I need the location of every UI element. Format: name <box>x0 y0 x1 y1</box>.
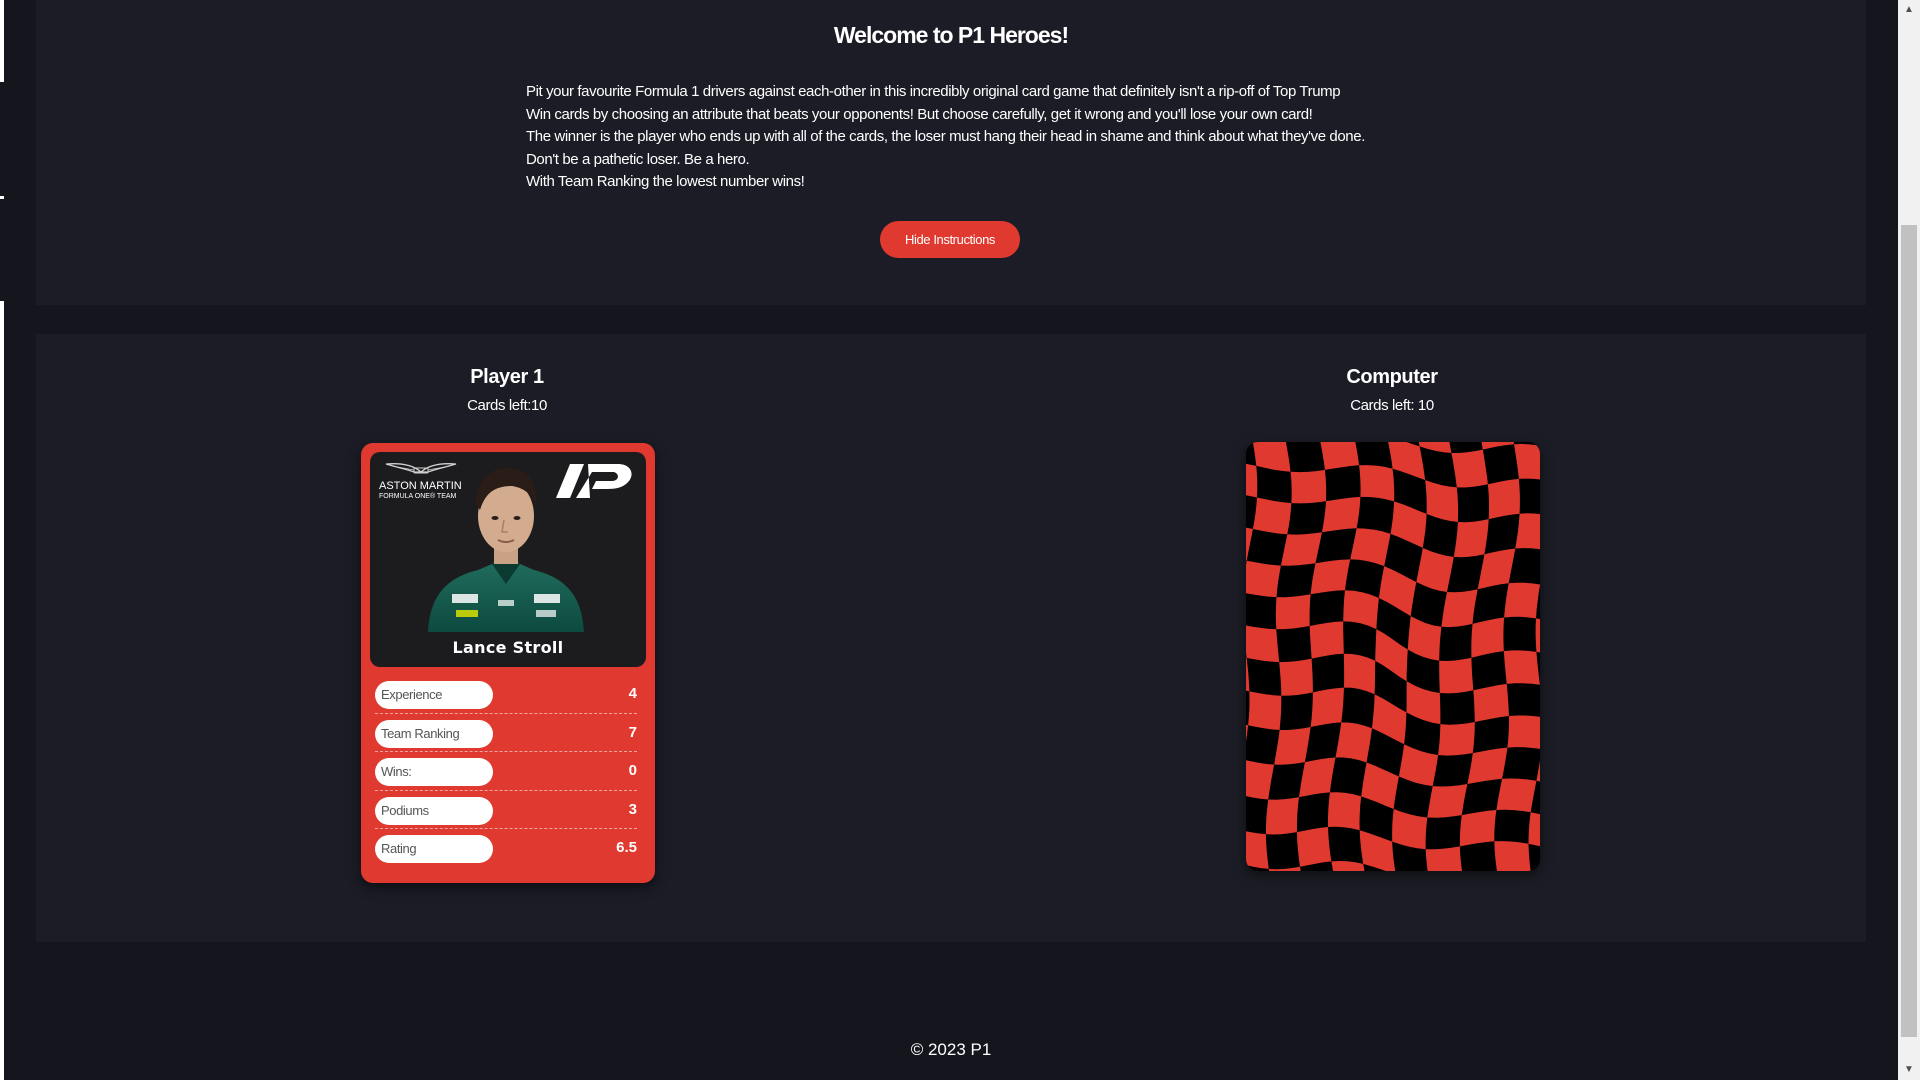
computer-header: Computer Cards left: 10 <box>1242 366 1542 414</box>
player1-header: Player 1 Cards left:10 <box>357 366 657 414</box>
computer-name: Computer <box>1346 366 1438 388</box>
checker-tile <box>1451 449 1488 488</box>
player1-cards-left: Cards left:10 <box>467 397 547 414</box>
checker-tile <box>1246 560 1281 598</box>
checker-tile <box>1252 497 1292 535</box>
instruction-line: Pit your favourite Formula 1 drivers aga… <box>526 83 1341 100</box>
checker-tile <box>1248 691 1282 730</box>
checker-tile <box>1290 469 1327 504</box>
player1-name: Player 1 <box>470 366 544 388</box>
stat-value-rating: 6.5 <box>616 839 637 856</box>
checker-tile <box>1459 810 1497 847</box>
stat-row-rating[interactable]: Rating 6.5 <box>375 829 637 868</box>
checker-tile <box>1439 657 1474 694</box>
checker-tile <box>1503 650 1540 685</box>
checker-tile <box>1494 841 1531 871</box>
instruction-line: Don't be a pathetic loser. Be a hero. <box>526 150 750 168</box>
checker-tile <box>1359 465 1395 502</box>
checker-tile <box>1310 559 1351 595</box>
checker-tile <box>1328 792 1362 831</box>
player1-card: ASTON MARTIN FORMULA ONE® TEAM Lance Str… <box>361 443 655 883</box>
checker-tile <box>1467 747 1508 784</box>
checker-tile <box>1425 846 1463 871</box>
checker-tile <box>1274 727 1311 765</box>
checker-tile <box>1504 582 1540 619</box>
checker-tile <box>1309 621 1344 659</box>
scrollbar[interactable]: ▲ ▼ <box>1898 0 1920 1080</box>
instruction-line: Win cards by choosing an attribute that … <box>526 105 1313 123</box>
instruction-line: The winner is the player who ends up wit… <box>526 128 1365 145</box>
checker-tile <box>1310 687 1344 727</box>
checker-tile <box>1280 532 1322 566</box>
driver-portrait <box>428 467 584 632</box>
computer-card-back <box>1246 442 1540 871</box>
scroll-thumb[interactable] <box>1901 225 1917 1037</box>
stat-button-experience[interactable]: Experience <box>375 681 493 709</box>
stats-list: Experience 4 Team Ranking 7 Wins: 0 Podi… <box>375 675 637 868</box>
scroll-down-arrow-icon[interactable]: ▼ <box>1898 1060 1920 1080</box>
checker-tile <box>1246 463 1258 498</box>
driver-name: Lance Stroll <box>452 638 564 657</box>
stat-value-wins: 0 <box>628 762 637 779</box>
stat-button-wins[interactable]: Wins: <box>375 758 493 786</box>
stat-button-podiums[interactable]: Podiums <box>375 796 493 825</box>
computer-cards-left: Cards left: 10 <box>1350 397 1434 414</box>
stat-row-team-ranking[interactable]: Team Ranking 7 <box>375 714 637 752</box>
instruction-line: With Team Ranking the lowest number wins… <box>526 173 805 190</box>
stat-button-rating[interactable]: Rating <box>375 835 493 863</box>
checker-tile <box>1275 594 1311 630</box>
checker-tile <box>1438 722 1475 756</box>
checker-tile <box>1473 683 1509 722</box>
checker-tile <box>1246 831 1269 869</box>
instructions-panel: Welcome to P1 Heroes! Pit your favourite… <box>36 0 1866 305</box>
stat-row-podiums[interactable]: Podiums 3 <box>375 791 637 829</box>
footer-copyright: © 2023 P1 <box>910 1040 992 1059</box>
checker-tile <box>1296 827 1332 867</box>
stat-value-podiums: 3 <box>628 800 637 818</box>
driver-image-panel: ASTON MARTIN FORMULA ONE® TEAM Lance Str… <box>370 452 646 667</box>
checker-tile <box>1246 625 1280 663</box>
checker-tile <box>1322 496 1361 533</box>
page: Welcome to P1 Heroes! Pit your favourite… <box>4 0 1898 1080</box>
hide-instructions-button[interactable]: Hide Instructions <box>880 221 1020 258</box>
stat-row-experience[interactable]: Experience 4 <box>375 675 637 714</box>
checker-tile <box>1279 658 1313 696</box>
checker-tile <box>1320 442 1360 470</box>
game-panel: Player 1 Cards left:10 Computer Cards le… <box>36 334 1866 942</box>
checker-tile <box>1453 519 1489 558</box>
page-title: Welcome to P1 Heroes! <box>833 22 1069 48</box>
scroll-up-arrow-icon[interactable]: ▲ <box>1898 0 1920 20</box>
checkered-pattern <box>1246 442 1540 871</box>
stat-value-team-ranking: 7 <box>628 723 637 741</box>
checker-tile <box>1427 784 1468 818</box>
checker-tile <box>1441 589 1478 628</box>
checker-tile <box>1487 478 1520 520</box>
instructions-text: Pit your favourite Formula 1 drivers aga… <box>526 81 1426 194</box>
checker-tile <box>1471 617 1505 658</box>
stat-row-wins[interactable]: Wins: 0 <box>375 752 637 791</box>
stat-button-team-ranking[interactable]: Team Ranking <box>375 719 493 748</box>
checker-tile <box>1496 778 1537 813</box>
checker-tile <box>1335 722 1372 763</box>
stat-value-experience: 4 <box>628 685 637 702</box>
checker-tile <box>1265 797 1299 835</box>
checker-tile <box>1507 715 1540 749</box>
